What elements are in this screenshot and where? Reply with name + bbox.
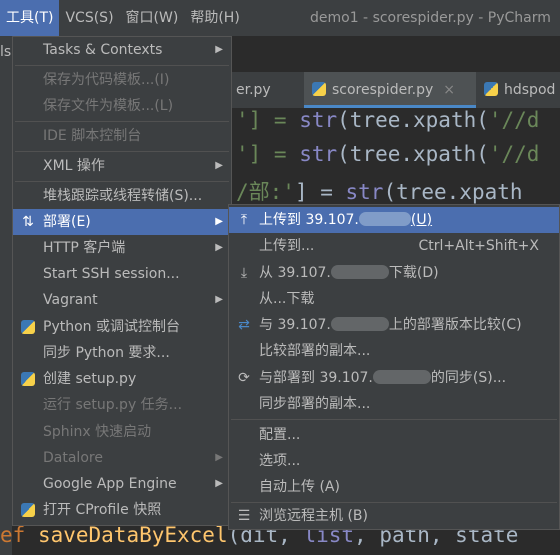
tab-label: scorespider.py: [332, 82, 434, 98]
submenu-arrow-icon: ▶: [215, 452, 223, 463]
editor-tabs: er.py scorespider.py × hdspod: [232, 72, 560, 109]
menu-item-sync-requirements[interactable]: 同步 Python 要求...: [13, 340, 231, 366]
download-icon: ⤓: [240, 265, 248, 281]
menu-separator: [15, 151, 229, 152]
menu-separator: [15, 181, 229, 182]
tools-menu: Tasks & Contexts ▶ 保存为代码模板...(I) 保存文件为模板.…: [12, 36, 232, 526]
menu-item-vagrant[interactable]: Vagrant ▶: [13, 287, 231, 313]
redacted-address: [330, 265, 389, 279]
menu-item-xml-actions[interactable]: XML 操作 ▶: [13, 153, 231, 179]
menu-item-google-app-engine[interactable]: Google App Engine ▶: [13, 471, 231, 497]
menu-separator: [231, 419, 557, 420]
tab-scorespider[interactable]: scorespider.py ×: [304, 72, 476, 108]
code-line: '] = str(tree.xpath('//d: [236, 108, 540, 132]
menu-item-http-client[interactable]: HTTP 客户端 ▶: [13, 235, 231, 261]
project-panel-edge: [0, 36, 12, 555]
python-file-icon: [484, 82, 498, 96]
menu-item-sphinx-quickstart[interactable]: Sphinx 快速启动: [13, 419, 231, 445]
close-icon[interactable]: ×: [443, 82, 455, 98]
upload-icon: ⤒: [240, 212, 248, 228]
menu-bar: 工具(T) VCS(S) 窗口(W) 帮助(H) demo1 - scoresp…: [0, 0, 560, 36]
browse-remote-icon: ☰: [237, 508, 251, 524]
menu-item-auto-upload[interactable]: 自动上传 (A): [229, 474, 559, 500]
project-panel-text: ls: [0, 44, 12, 60]
menu-window[interactable]: 窗口(W): [120, 0, 185, 36]
submenu-arrow-icon: ▶: [215, 160, 223, 171]
menu-item-sync-with-server[interactable]: ⟳ 与部署到 39.107. 的同步(S)...: [229, 365, 559, 391]
submenu-arrow-icon: ▶: [215, 478, 223, 489]
menu-tools[interactable]: 工具(T): [0, 0, 60, 36]
tab-hdspod[interactable]: hdspod: [484, 72, 560, 108]
menu-item-download-from-server[interactable]: ⤓ 从 39.107. 下载(D): [229, 260, 559, 286]
redacted-address: [372, 370, 431, 384]
menu-item-ide-script-console[interactable]: IDE 脚本控制台: [13, 123, 231, 149]
python-icon: [19, 497, 37, 526]
tab-label: hdspod: [504, 82, 556, 98]
menu-separator: [15, 121, 229, 122]
menu-separator: [15, 65, 229, 66]
menu-item-sync-copies[interactable]: 同步部署的副本...: [229, 391, 559, 417]
python-icon: [19, 366, 37, 395]
menu-item-create-setup[interactable]: 创建 setup.py: [13, 366, 231, 392]
menu-item-tasks-contexts[interactable]: Tasks & Contexts ▶: [13, 37, 231, 63]
submenu-arrow-icon: ▶: [215, 294, 223, 305]
menu-item-open-cprofile[interactable]: 打开 CProfile 快照: [13, 497, 231, 523]
tab-er-py[interactable]: er.py: [232, 72, 276, 108]
menu-item-deployment[interactable]: ⇅ 部署(E) ▶: [13, 209, 231, 235]
menu-item-save-code-template[interactable]: 保存为代码模板...(I): [13, 67, 231, 93]
menu-item-upload-to[interactable]: 上传到... Ctrl+Alt+Shift+X: [229, 233, 559, 259]
menu-item-configuration[interactable]: 配置...: [229, 422, 559, 448]
menu-item-python-console[interactable]: Python 或调试控制台: [13, 314, 231, 340]
menu-item-run-setup-task[interactable]: 运行 setup.py 任务...: [13, 392, 231, 418]
python-icon: [19, 314, 37, 343]
menu-item-stack-trace[interactable]: 堆栈跟踪或线程转储(S)...: [13, 183, 231, 209]
submenu-arrow-icon: ▶: [215, 44, 223, 55]
menu-item-datalore[interactable]: Datalore ▶: [13, 445, 231, 471]
deploy-icon: ⇅: [22, 214, 34, 230]
sync-icon: ⟳: [238, 370, 250, 386]
submenu-arrow-icon: ▶: [215, 216, 223, 227]
deployment-submenu: ⤒ 上传到 39.107. (U) 上传到... Ctrl+Alt+Shift+X ⤓…: [228, 204, 560, 530]
menu-help[interactable]: 帮助(H): [184, 0, 245, 36]
menu-item-upload-to-server[interactable]: ⤒ 上传到 39.107. (U): [229, 207, 559, 233]
menu-item-start-ssh[interactable]: Start SSH session...: [13, 261, 231, 287]
submenu-arrow-icon: ▶: [215, 242, 223, 253]
redacted-address: [358, 212, 411, 226]
python-file-icon: [312, 82, 326, 96]
menu-item-compare-copies[interactable]: 比较部署的副本...: [229, 338, 559, 364]
shortcut-label: Ctrl+Alt+Shift+X: [418, 238, 539, 254]
window-title: demo1 - scorespider.py - PyCharm: [310, 10, 551, 26]
code-line: '] = str(tree.xpath('//d: [236, 142, 540, 166]
code-line: /部:'] = str(tree.xpath: [236, 180, 523, 204]
menu-item-compare-with-server[interactable]: ⇄ 与 39.107. 上的部署版本比较(C): [229, 312, 559, 338]
menu-item-browse-remote-host[interactable]: ☰ 浏览远程主机 (B): [229, 503, 559, 529]
menu-item-save-file-template[interactable]: 保存文件为模板...(L): [13, 93, 231, 119]
menu-item-options[interactable]: 选项...: [229, 448, 559, 474]
menu-item-download-from[interactable]: 从...下载: [229, 286, 559, 312]
redacted-address: [330, 317, 389, 331]
compare-icon: ⇄: [238, 317, 250, 333]
menu-vcs[interactable]: VCS(S): [59, 0, 119, 36]
